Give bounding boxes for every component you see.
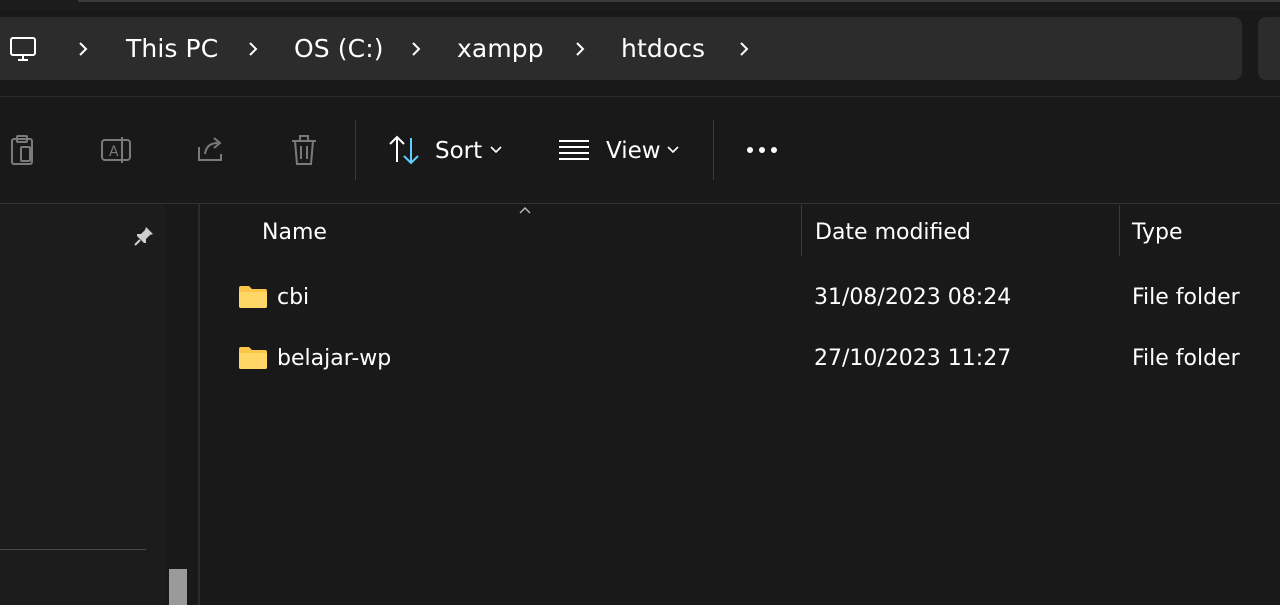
nav-scrollbar-thumb[interactable] (169, 569, 187, 605)
sort-icon[interactable] (384, 130, 424, 170)
column-header-date-modified[interactable]: Date modified (815, 212, 971, 252)
delete-icon[interactable] (284, 130, 324, 170)
view-icon[interactable] (554, 130, 594, 170)
nav-scrollbar[interactable] (165, 204, 198, 605)
address-bar[interactable]: This PC OS (C:) xampp htdocs (0, 17, 1242, 80)
column-header-type[interactable]: Type (1132, 212, 1183, 252)
svg-text:A: A (109, 144, 119, 160)
paste-icon[interactable] (2, 130, 42, 170)
chevron-right-icon[interactable] (737, 17, 751, 80)
column-header-name[interactable]: Name (262, 212, 327, 252)
toolbar-divider (713, 120, 714, 180)
breadcrumb-this-pc[interactable]: This PC (126, 17, 218, 80)
navigation-pane[interactable] (0, 204, 165, 605)
column-divider[interactable] (801, 205, 802, 256)
column-divider[interactable] (1119, 205, 1120, 256)
pin-icon[interactable] (126, 218, 162, 254)
search-box[interactable] (1258, 17, 1280, 80)
sort-indicator-icon (510, 202, 540, 218)
chevron-right-icon[interactable] (573, 17, 587, 80)
file-date-modified: 27/10/2023 11:27 (814, 345, 1012, 371)
this-pc-icon[interactable] (8, 17, 38, 80)
breadcrumb-os-c[interactable]: OS (C:) (294, 17, 384, 80)
file-row[interactable]: belajar-wp 27/10/2023 11:27 File folder (200, 330, 1280, 386)
chevron-down-icon[interactable] (476, 130, 516, 170)
share-icon[interactable] (190, 130, 230, 170)
window-top-edge (0, 0, 1280, 10)
pane-splitter[interactable] (198, 204, 200, 605)
folder-icon (239, 286, 267, 308)
file-date-modified: 31/08/2023 08:24 (814, 284, 1012, 310)
file-name: cbi (277, 284, 310, 310)
folder-icon (239, 347, 267, 369)
file-name: belajar-wp (277, 345, 392, 371)
chevron-right-icon[interactable] (409, 17, 423, 80)
chevron-down-icon[interactable] (653, 130, 693, 170)
file-type: File folder (1132, 345, 1240, 371)
breadcrumb-xampp[interactable]: xampp (457, 17, 544, 80)
divider (0, 96, 1280, 97)
rename-icon[interactable]: A (96, 130, 136, 170)
breadcrumb-htdocs[interactable]: htdocs (621, 17, 705, 80)
more-options-icon[interactable] (742, 130, 782, 170)
toolbar-divider (355, 120, 356, 180)
chevron-right-icon[interactable] (246, 17, 260, 80)
file-row[interactable]: cbi 31/08/2023 08:24 File folder (200, 269, 1280, 325)
file-type: File folder (1132, 284, 1240, 310)
nav-divider (0, 549, 146, 550)
chevron-right-icon[interactable] (76, 17, 90, 80)
